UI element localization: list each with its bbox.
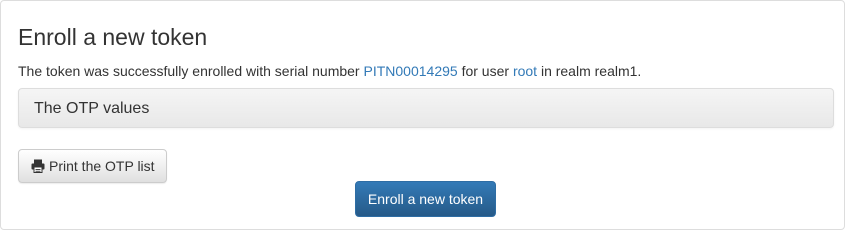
message-suffix: in realm realm1. bbox=[537, 63, 642, 79]
user-link[interactable]: root bbox=[513, 63, 537, 79]
serial-link[interactable]: PITN00014295 bbox=[364, 63, 458, 79]
message-middle: for user bbox=[457, 63, 513, 79]
otp-values-heading[interactable]: The OTP values bbox=[34, 99, 149, 119]
success-message: The token was successfully enrolled with… bbox=[18, 62, 641, 80]
page-title: Enroll a new token bbox=[18, 24, 208, 50]
print-otp-list-button[interactable]: Print the OTP list bbox=[18, 149, 167, 183]
print-button-label: Print the OTP list bbox=[49, 158, 155, 174]
message-prefix: The token was successfully enrolled with… bbox=[18, 63, 364, 79]
print-icon bbox=[31, 159, 45, 173]
otp-values-panel[interactable]: The OTP values bbox=[18, 88, 834, 128]
enroll-panel: Enroll a new token The token was success… bbox=[0, 0, 845, 230]
enroll-new-token-button[interactable]: Enroll a new token bbox=[355, 181, 496, 217]
